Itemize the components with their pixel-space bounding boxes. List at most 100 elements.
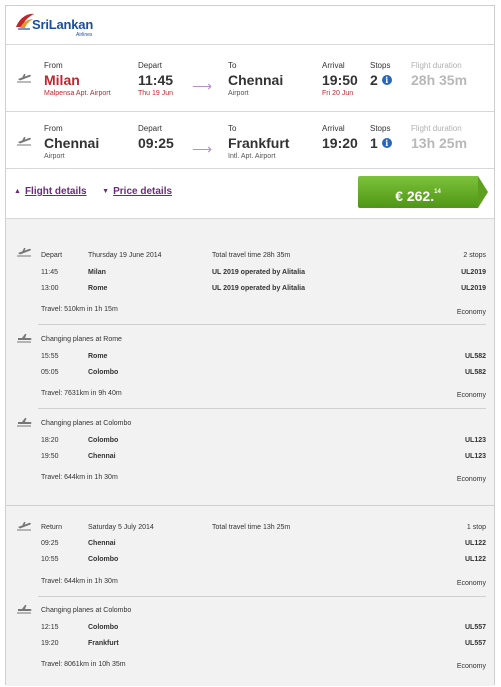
to-airport: Airport — [228, 90, 249, 97]
segment-time: 09:25 — [41, 540, 59, 547]
flight-details-link[interactable]: Flight details — [25, 186, 87, 197]
depart-time: 11:45 — [138, 72, 174, 88]
segment-travel: Travel: 644km in 1h 30m — [41, 578, 118, 585]
connection-plane-icon — [17, 605, 32, 614]
to-column: To Chennai Airport — [228, 61, 283, 99]
flight-details-panel: Depart Thursday 19 June 2014 Total trave… — [6, 218, 494, 686]
segment-city: Frankfurt — [88, 640, 119, 647]
segment-cabin: Economy — [456, 309, 486, 316]
segment-city: Chennai — [88, 540, 116, 547]
segment-flight-number: UL582 — [464, 369, 486, 376]
segment-travel: Travel: 8061km in 10h 35m — [41, 661, 126, 668]
depart-label: Depart — [138, 124, 163, 133]
to-city: Chennai — [228, 72, 284, 88]
arrival-time: 19:50 — [322, 72, 358, 88]
from-city: Milan — [44, 72, 80, 88]
leg-divider — [6, 168, 494, 169]
from-label: From — [44, 61, 63, 70]
return-stops: 1 stop — [466, 524, 486, 531]
segment-city: Colombo — [88, 556, 119, 563]
segment-flight-number: UL2019 — [461, 285, 486, 292]
plane-takeoff-icon — [17, 522, 31, 531]
price-arrow-tip — [478, 176, 488, 208]
segment-time: 11:45 — [41, 269, 58, 276]
caret-up-icon: ▲ — [14, 188, 21, 195]
segment-operator: UL 2019 operated by Alitalia — [212, 269, 305, 276]
stops-label: Stops — [370, 61, 391, 70]
to-label: To — [228, 124, 237, 133]
from-airport: Malpensa Apt. Airport — [44, 90, 111, 97]
segment-time: 19:50 — [41, 453, 59, 460]
stops-label: Stops — [370, 124, 391, 133]
brand-sub: Airlines — [76, 32, 93, 38]
connection-plane-icon — [17, 334, 32, 343]
segment-city: Colombo — [88, 437, 119, 444]
info-icon[interactable]: i — [381, 75, 392, 85]
leg-outbound[interactable]: From Milan Malpensa Apt. Airport Depart … — [6, 51, 494, 111]
segment-time: 18:20 — [41, 437, 59, 444]
depart-time: 09:25 — [138, 135, 174, 151]
info-icon[interactable]: i — [381, 138, 392, 148]
segment-flight-number: UL557 — [464, 640, 486, 647]
flight-result-card: SriLankan Airlines From Milan Malpensa A… — [5, 5, 495, 686]
segment-operator: UL 2019 operated by Alitalia — [212, 285, 305, 292]
arrival-time: 19:20 — [322, 135, 358, 151]
segment-cabin: Economy — [456, 392, 486, 399]
segment-flight-number: UL2019 — [461, 269, 486, 276]
depart-column: Depart 11:45 Thu 19 Jun — [138, 61, 173, 99]
return-label: Return — [41, 524, 63, 531]
segment-time: 10:55 — [41, 556, 59, 563]
outbound-total-time: Total travel time 28h 35m — [212, 252, 291, 259]
segment-travel: Travel: 644km in 1h 30m — [41, 474, 118, 481]
depart-label: Depart — [138, 61, 163, 70]
leg-divider — [6, 111, 494, 112]
price-details-link[interactable]: Price details — [113, 186, 172, 197]
segment-time: 19:20 — [41, 640, 59, 647]
segment-time: 15:55 — [41, 353, 59, 360]
arrival-column: Arrival 19:20 — [322, 124, 358, 152]
arrival-column: Arrival 19:50 Fri 20 Jun — [322, 61, 358, 99]
arrival-date: Fri 20 Jun — [322, 90, 354, 97]
arrow-right-icon: ⟶ — [192, 78, 213, 94]
arrival-label: Arrival — [322, 124, 345, 133]
price-button[interactable]: € 262.14 — [358, 176, 478, 208]
leg-return[interactable]: From Chennai Airport Depart 09:25 ⟶ To F… — [6, 114, 494, 174]
duration-value: 13h 25m — [411, 135, 468, 151]
segment-travel: Travel: 7631km in 9h 40m — [41, 390, 122, 397]
connection-plane-icon — [17, 418, 32, 427]
return-total-time: Total travel time 13h 25m — [212, 524, 291, 531]
segment-flight-number: UL123 — [464, 453, 486, 460]
from-column: From Milan Malpensa Apt. Airport — [44, 61, 111, 99]
plane-takeoff-icon — [17, 137, 31, 146]
segment-divider — [38, 324, 486, 325]
segment-time: 13:00 — [41, 285, 59, 292]
brand-name: SriLankan — [32, 17, 94, 32]
stops-column: Stops 2i — [370, 61, 392, 89]
stops-column: Stops 1i — [370, 124, 392, 152]
price-amount: € 262. — [395, 188, 435, 204]
plane-takeoff-icon — [17, 74, 31, 83]
from-column: From Chennai Airport — [44, 124, 99, 162]
from-airport: Airport — [44, 153, 65, 160]
change-planes-label: Changing planes at Colombo — [41, 607, 132, 614]
segment-divider — [38, 596, 486, 597]
duration-value: 28h 35m — [411, 72, 468, 88]
segment-time: 05:05 — [41, 369, 59, 376]
price-cents: 14 — [434, 189, 441, 195]
outbound-date: Thursday 19 June 2014 — [88, 252, 162, 259]
stops-count: 1 — [370, 135, 378, 151]
to-city: Frankfurt — [228, 135, 290, 151]
arrival-label: Arrival — [322, 61, 345, 70]
segment-cabin: Economy — [456, 663, 486, 670]
from-city: Chennai — [44, 135, 100, 151]
arrow-right-icon: ⟶ — [192, 141, 213, 157]
segment-city: Rome — [88, 285, 108, 292]
segment-city: Colombo — [88, 624, 119, 631]
return-date: Saturday 5 July 2014 — [88, 524, 154, 531]
duration-label: Flight duration — [411, 124, 462, 133]
detail-links: ▲ Flight details ▼ Price details — [14, 186, 172, 197]
segment-city: Rome — [88, 353, 108, 360]
outbound-label: Depart — [41, 252, 63, 259]
duration-label: Flight duration — [411, 61, 462, 70]
segment-flight-number: UL122 — [464, 540, 486, 547]
